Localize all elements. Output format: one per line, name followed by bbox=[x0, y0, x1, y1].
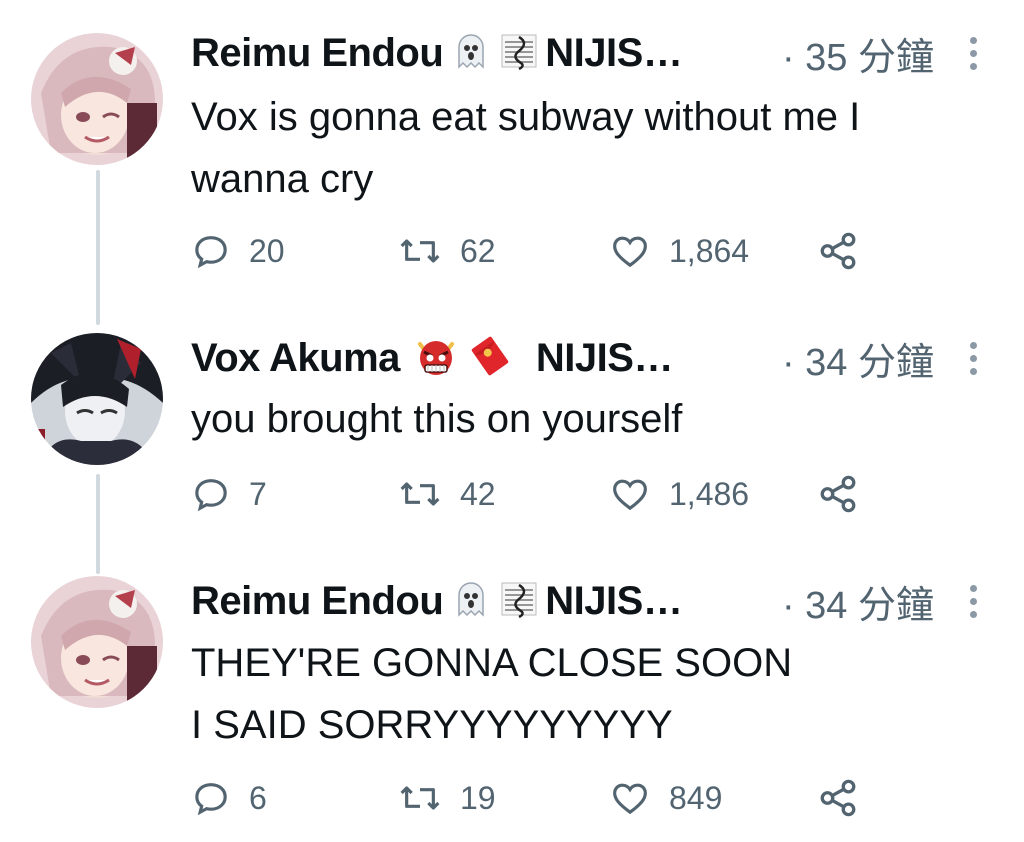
musical-score-icon bbox=[499, 31, 539, 76]
reply-icon bbox=[195, 783, 227, 816]
reply-icon bbox=[195, 236, 227, 269]
tweet-actions: 6 19 849 bbox=[191, 776, 871, 820]
more-options-icon[interactable] bbox=[968, 578, 978, 624]
more-options-icon[interactable] bbox=[968, 30, 978, 76]
thread-connector bbox=[96, 474, 100, 574]
ogre-icon bbox=[414, 334, 458, 383]
heart-icon bbox=[613, 783, 647, 815]
tweet-header: Vox Akuma NIJIS… bbox=[191, 335, 673, 381]
author-name[interactable]: Reimu Endou bbox=[191, 579, 444, 624]
timestamp[interactable]: · 35 分鐘 bbox=[782, 30, 934, 79]
ghost-icon bbox=[451, 579, 491, 624]
reply-count: 6 bbox=[249, 779, 267, 816]
heart-icon bbox=[613, 236, 647, 268]
timestamp[interactable]: · 34 分鐘 bbox=[782, 335, 934, 384]
author-suffix: NIJIS… bbox=[545, 578, 683, 623]
author-suffix: NIJIS… bbox=[535, 335, 674, 380]
like-count: 1,864 bbox=[669, 232, 750, 269]
author-name[interactable]: Vox Akuma bbox=[191, 336, 400, 381]
tweet-header: Reimu Endou NIJIS… bbox=[191, 578, 683, 624]
reply-button[interactable]: 7 bbox=[191, 472, 267, 516]
avatar[interactable] bbox=[31, 333, 163, 465]
ghost-icon bbox=[451, 31, 491, 76]
like-button[interactable]: 1,486 bbox=[609, 472, 749, 516]
reply-icon bbox=[195, 479, 227, 512]
retweet-icon bbox=[400, 786, 440, 810]
like-button[interactable]: 849 bbox=[609, 776, 722, 820]
heart-icon bbox=[613, 479, 647, 511]
share-button[interactable] bbox=[817, 472, 877, 516]
avatar[interactable] bbox=[31, 33, 163, 165]
retweet-icon bbox=[400, 482, 440, 506]
author-name[interactable]: Reimu Endou bbox=[191, 31, 444, 76]
tweet-text: THEY'RE GONNA CLOSE SOON I SAID SORRYYYY… bbox=[191, 641, 793, 747]
share-icon bbox=[820, 475, 856, 513]
share-icon bbox=[820, 232, 856, 270]
tweet-actions: 7 42 1,486 bbox=[191, 472, 871, 516]
reply-count: 7 bbox=[249, 475, 267, 512]
reply-button[interactable]: 6 bbox=[191, 776, 267, 820]
like-button[interactable]: 1,864 bbox=[609, 229, 749, 273]
like-count: 849 bbox=[669, 779, 723, 816]
retweet-button[interactable]: 19 bbox=[398, 776, 496, 820]
tweet-text: you brought this on yourself bbox=[191, 397, 683, 441]
reply-button[interactable]: 20 bbox=[191, 229, 285, 273]
like-count: 1,486 bbox=[669, 475, 750, 512]
tweet-text: Vox is gonna eat subway without me I wan… bbox=[191, 95, 861, 201]
musical-score-icon bbox=[499, 579, 539, 624]
reply-count: 20 bbox=[249, 232, 285, 269]
share-icon bbox=[820, 779, 856, 817]
author-suffix: NIJIS… bbox=[545, 30, 683, 75]
tweet-actions: 20 62 1,864 bbox=[191, 229, 871, 273]
tweet-header: Reimu Endou NIJIS… bbox=[191, 30, 683, 76]
retweet-count: 19 bbox=[460, 779, 496, 816]
timestamp[interactable]: · 34 分鐘 bbox=[782, 578, 934, 627]
retweet-button[interactable]: 42 bbox=[398, 472, 496, 516]
retweet-button[interactable]: 62 bbox=[398, 229, 496, 273]
thread-connector bbox=[96, 170, 100, 325]
avatar[interactable] bbox=[31, 576, 163, 708]
share-button[interactable] bbox=[817, 776, 877, 820]
retweet-icon bbox=[400, 239, 440, 263]
red-envelope-icon bbox=[468, 334, 512, 383]
retweet-count: 42 bbox=[460, 475, 496, 512]
more-options-icon[interactable] bbox=[968, 335, 978, 381]
retweet-count: 62 bbox=[460, 232, 496, 269]
share-button[interactable] bbox=[817, 229, 877, 273]
